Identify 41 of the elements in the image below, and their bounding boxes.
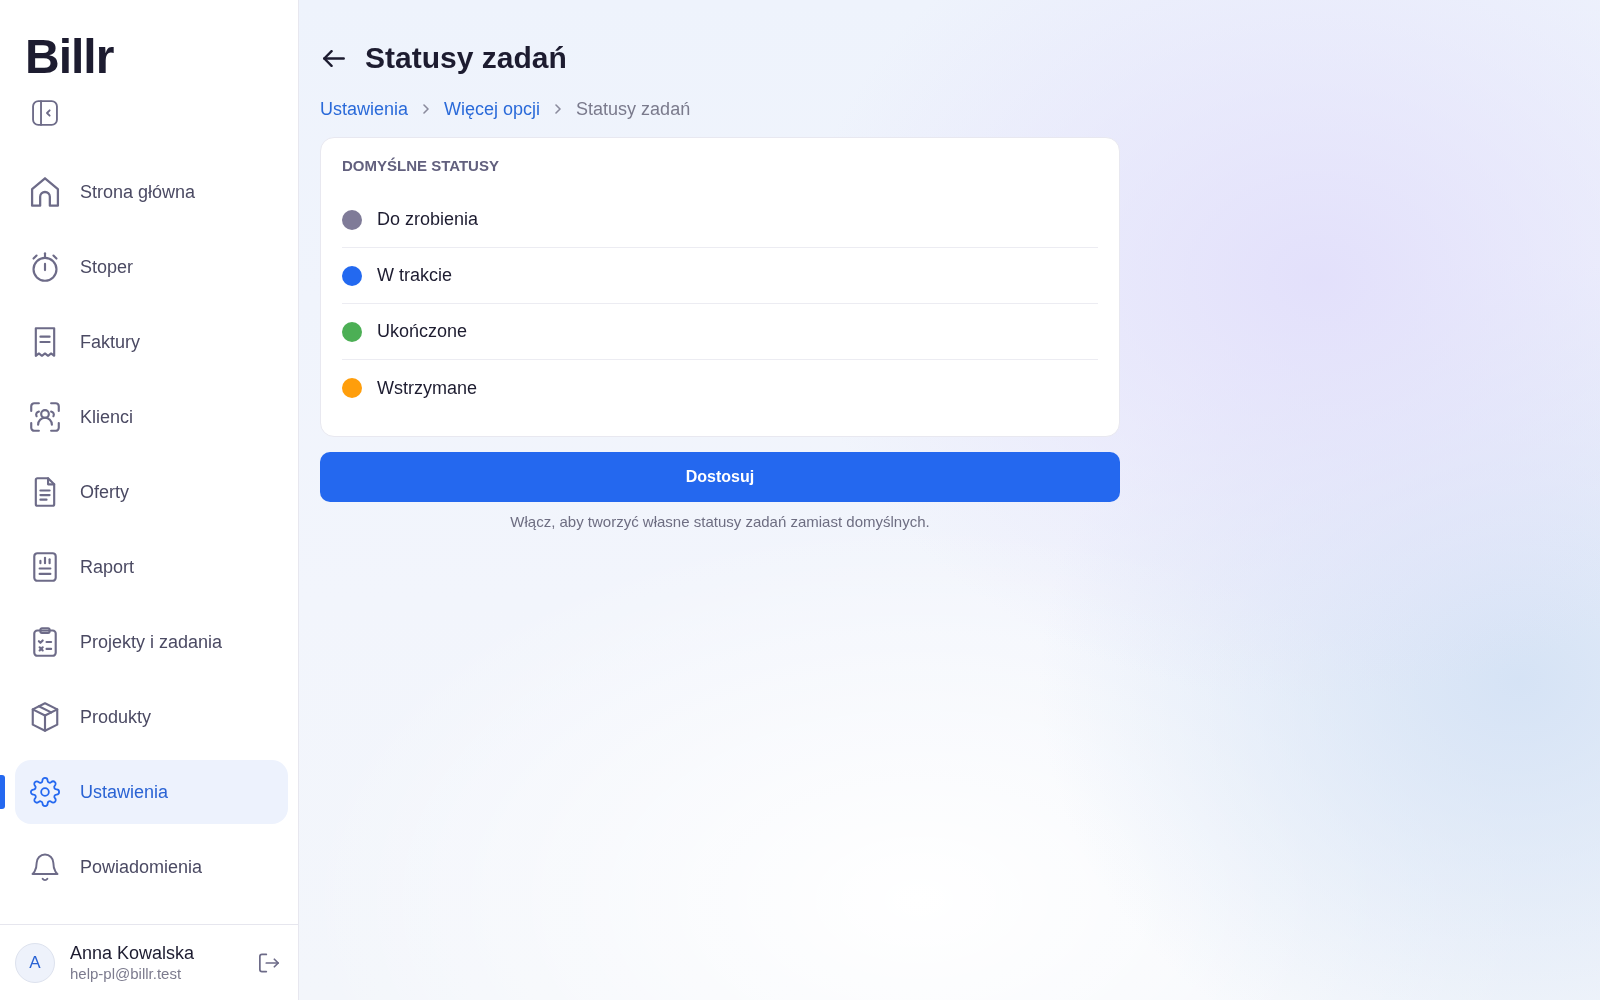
- report-icon: [30, 552, 60, 582]
- breadcrumb-link[interactable]: Ustawienia: [320, 97, 409, 121]
- nav-item[interactable]: Ustawienia: [15, 760, 288, 824]
- arrow-left-icon: [323, 49, 345, 67]
- active-indicator: [0, 775, 5, 809]
- nav-item[interactable]: Stoper: [15, 235, 288, 299]
- logout-icon: [259, 952, 279, 973]
- logout-button[interactable]: [259, 952, 279, 973]
- bell-icon: [30, 852, 60, 882]
- avatar: A: [15, 942, 55, 983]
- collapse-sidebar-button[interactable]: [32, 100, 58, 126]
- nav-item[interactable]: Oferty: [15, 460, 288, 524]
- nav-item[interactable]: Strona główna: [15, 160, 288, 224]
- hint-text: Włącz, aby tworzyć własne statusy zadań zamiast domyślnych.: [510, 512, 930, 532]
- chevron-right-icon: [555, 104, 562, 114]
- customize-button[interactable]: Dostosuj: [320, 452, 1120, 502]
- nav-item[interactable]: Faktury: [15, 310, 288, 374]
- user-scan-icon: [30, 402, 60, 432]
- nav-item[interactable]: Klienci: [15, 385, 288, 449]
- nav-item[interactable]: Powiadomienia: [15, 835, 288, 899]
- chevron-right-icon: [423, 104, 430, 114]
- status-label: W trakcie: [377, 265, 452, 286]
- status-label: Ukończone: [377, 321, 468, 342]
- page-title: Statusy zadań: [365, 40, 567, 76]
- user-email: help-pl@billr.test: [70, 963, 182, 984]
- section-heading: DOMYŚLNE STATUSY: [342, 156, 499, 176]
- settings-icon: [30, 777, 60, 807]
- stopwatch-icon: [30, 252, 60, 282]
- nav-item[interactable]: Projekty i zadania: [15, 610, 288, 674]
- home-icon: [30, 177, 60, 207]
- nav-item[interactable]: Raport: [15, 535, 288, 599]
- clipboard-icon: [30, 627, 60, 657]
- breadcrumb-link[interactable]: Więcej opcji: [444, 97, 541, 121]
- logo: Billr: [25, 35, 114, 79]
- box-icon: [30, 702, 60, 732]
- user-name: Anna Kowalska: [70, 941, 195, 964]
- sidebar-panel-icon: [32, 100, 58, 126]
- breadcrumb-current: Statusy zadań: [576, 98, 691, 121]
- status-label: Do zrobienia: [377, 209, 479, 230]
- nav-item[interactable]: Produkty: [15, 685, 288, 749]
- status-label: Wstrzymane: [377, 377, 477, 399]
